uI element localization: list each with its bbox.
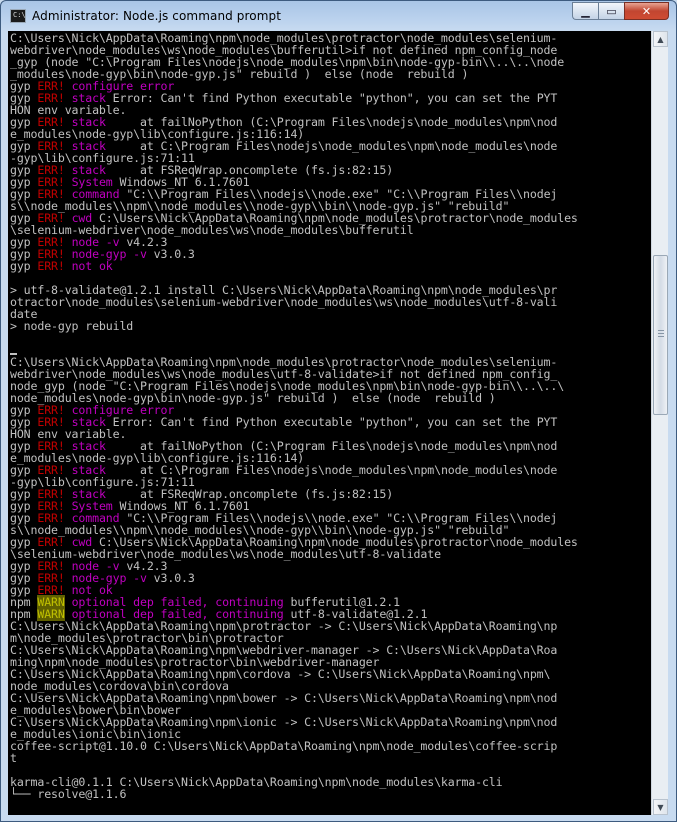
minimize-button[interactable]: ▁ <box>572 2 598 20</box>
thumb-grip-line <box>658 333 664 334</box>
console-line: gyp ERR! not ok <box>10 260 578 272</box>
minimize-icon: ▁ <box>581 4 590 18</box>
console-text: └── resolve@1.1.6 <box>10 787 127 801</box>
console-text: t <box>10 751 17 765</box>
console-line: > node-gyp rebuild <box>10 320 578 332</box>
window-title: Administrator: Node.js command prompt <box>32 9 282 23</box>
console-text: v3.0.3 <box>146 247 195 261</box>
console-output[interactable]: C:\Users\Nick\AppData\Roaming\npm\node_m… <box>8 31 651 815</box>
console-text: gyp <box>10 259 38 273</box>
console-text: v3.0.3 <box>146 571 195 585</box>
maximize-button[interactable]: ▭ <box>598 2 624 20</box>
console-text: Error: Can't find Python executable "pyt… <box>105 415 558 429</box>
console-text: not ok <box>64 259 113 273</box>
scroll-up-button[interactable]: ▲ <box>653 31 668 47</box>
scroll-down-button[interactable]: ▼ <box>653 799 668 815</box>
title-bar[interactable]: C:\ Administrator: Node.js command promp… <box>1 1 676 31</box>
console-line: t <box>10 752 578 764</box>
scrollbar-thumb[interactable] <box>653 255 668 415</box>
error-tag: ERR! <box>37 259 65 273</box>
command-prompt-icon-label: C:\ <box>13 11 26 19</box>
thumb-grip-line <box>658 336 664 337</box>
console-line: └── resolve@1.1.6 <box>10 788 578 800</box>
console-lines: C:\Users\Nick\AppData\Roaming\npm\node_m… <box>10 32 578 800</box>
down-arrow-icon: ▼ <box>657 802 664 812</box>
console-text: Error: Can't find Python executable "pyt… <box>105 91 558 105</box>
console-text: coffee-script@1.10.0 C:\Users\Nick\AppDa… <box>10 739 558 753</box>
console-text: otractor\node_modules\selenium-webdriver… <box>10 295 558 309</box>
maximize-icon: ▭ <box>606 4 617 18</box>
console-line: coffee-script@1.10.0 C:\Users\Nick\AppDa… <box>10 740 578 752</box>
command-prompt-icon[interactable]: C:\ <box>10 9 26 23</box>
thumb-grip-line <box>658 330 664 331</box>
close-icon: ✕ <box>641 4 652 18</box>
vertical-scrollbar[interactable]: ▲ ▼ <box>651 31 668 815</box>
console-line: otractor\node_modules\selenium-webdriver… <box>10 296 578 308</box>
console-window: C:\ Administrator: Node.js command promp… <box>0 0 677 822</box>
console-text: > node-gyp rebuild <box>10 319 134 333</box>
caption-buttons: ▁ ▭ ✕ <box>572 2 669 21</box>
close-button[interactable]: ✕ <box>624 2 669 20</box>
up-arrow-icon: ▲ <box>657 34 664 44</box>
